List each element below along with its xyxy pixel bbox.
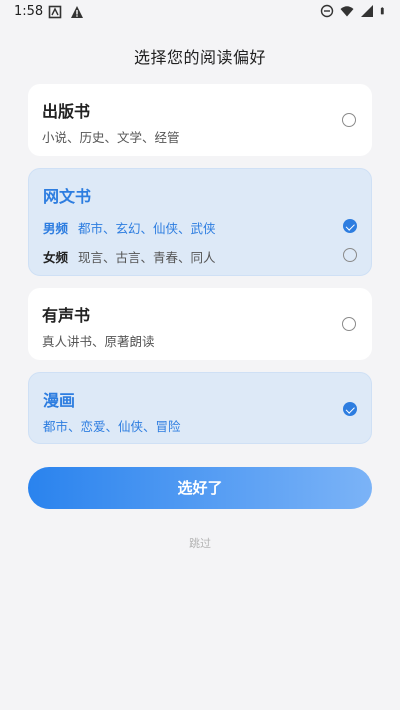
radio-button[interactable] <box>342 317 356 331</box>
option-items: 现言、古言、青春、同人 <box>78 250 216 265</box>
signal-icon <box>361 5 373 17</box>
card-title: 网文书 <box>43 187 92 206</box>
option-row-male[interactable]: 男频 都市、玄幻、仙侠、武侠 <box>43 218 216 237</box>
radio-button[interactable] <box>342 113 356 127</box>
card-comics[interactable]: 漫画 都市、恋爱、仙侠、冒险 <box>28 372 372 444</box>
wifi-icon <box>340 6 354 17</box>
radio-button[interactable] <box>343 248 357 262</box>
card-title: 出版书 <box>42 102 91 121</box>
radio-checked-icon[interactable] <box>343 402 357 416</box>
status-bar: 1:58 <box>0 0 400 24</box>
page-title: 选择您的阅读偏好 <box>133 48 266 67</box>
option-tag: 男频 <box>43 221 69 236</box>
card-subtitle: 小说、历史、文学、经管 <box>42 130 180 145</box>
card-subtitle: 都市、恋爱、仙侠、冒险 <box>43 419 181 434</box>
card-title: 漫画 <box>43 391 76 410</box>
battery-icon <box>380 7 384 15</box>
status-time: 1:58 <box>14 4 44 19</box>
option-tag: 女频 <box>43 250 69 265</box>
app-notification-icon <box>48 5 62 19</box>
option-row-female[interactable]: 女频 现言、古言、青春、同人 <box>43 247 216 266</box>
card-web-novels: 网文书 男频 都市、玄幻、仙侠、武侠 女频 现言、古言、青春、同人 <box>28 168 372 276</box>
skip-link[interactable]: 跳过 <box>0 535 400 551</box>
card-publication-books[interactable]: 出版书 小说、历史、文学、经管 <box>28 84 372 156</box>
card-subtitle: 真人讲书、原著朗读 <box>42 334 155 349</box>
status-notification-icons <box>48 5 84 19</box>
radio-checked-icon[interactable] <box>343 219 357 233</box>
warning-icon <box>71 6 83 18</box>
card-audio-books[interactable]: 有声书 真人讲书、原著朗读 <box>28 288 372 360</box>
status-system-icons <box>320 4 388 18</box>
confirm-button[interactable]: 选好了 <box>28 467 372 509</box>
card-title: 有声书 <box>42 306 91 325</box>
option-items: 都市、玄幻、仙侠、武侠 <box>78 221 216 236</box>
do-not-disturb-icon <box>320 4 334 18</box>
